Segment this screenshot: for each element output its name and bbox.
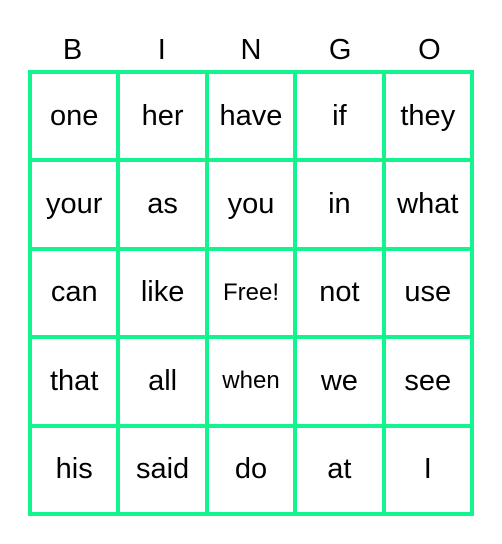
bingo-cell[interactable]: in bbox=[295, 160, 384, 249]
bingo-cell[interactable]: that bbox=[30, 337, 119, 426]
bingo-cell[interactable]: use bbox=[383, 248, 472, 338]
header-letter-o: O bbox=[418, 34, 441, 66]
header-letter-b: B bbox=[62, 34, 83, 66]
bingo-cell[interactable]: they bbox=[383, 72, 472, 161]
bingo-cell[interactable]: as bbox=[118, 160, 207, 249]
bingo-cell[interactable]: if bbox=[295, 72, 384, 161]
bingo-cell[interactable]: do bbox=[206, 425, 296, 514]
bingo-cell[interactable]: at bbox=[295, 425, 384, 514]
bingo-cell[interactable]: her bbox=[118, 72, 207, 161]
free-space-cell[interactable]: Free! bbox=[206, 248, 296, 338]
bingo-cell[interactable]: like bbox=[118, 248, 207, 338]
bingo-cell[interactable]: see bbox=[383, 337, 472, 426]
bingo-cell[interactable]: I bbox=[383, 425, 472, 514]
bingo-card-grid: one her have if they your as you in what… bbox=[28, 70, 474, 516]
bingo-header: B I N G O bbox=[28, 30, 474, 70]
bingo-cell[interactable]: not bbox=[295, 248, 384, 338]
bingo-cell[interactable]: all bbox=[118, 337, 207, 426]
bingo-cell[interactable]: we bbox=[295, 337, 384, 426]
bingo-cell[interactable]: his bbox=[30, 425, 119, 514]
bingo-cell[interactable]: what bbox=[383, 160, 472, 249]
header-letter-i: I bbox=[157, 34, 166, 66]
bingo-cell[interactable]: have bbox=[206, 72, 296, 161]
bingo-cell[interactable]: said bbox=[118, 425, 207, 514]
bingo-cell[interactable]: you bbox=[206, 160, 296, 249]
header-letter-n: N bbox=[240, 34, 262, 66]
bingo-cell[interactable]: one bbox=[30, 72, 119, 161]
bingo-cell[interactable]: when bbox=[206, 337, 296, 426]
bingo-cell[interactable]: can bbox=[30, 248, 119, 338]
bingo-cell[interactable]: your bbox=[30, 160, 119, 249]
header-letter-g: G bbox=[328, 34, 352, 66]
